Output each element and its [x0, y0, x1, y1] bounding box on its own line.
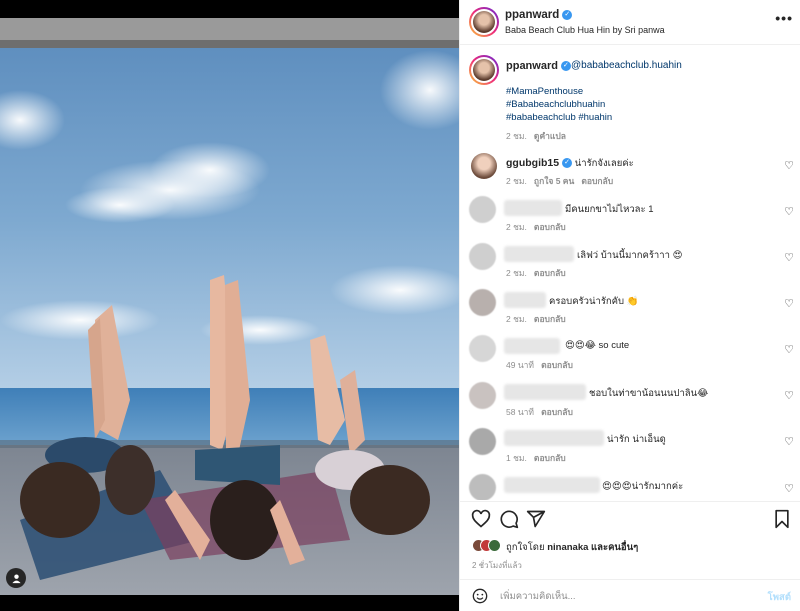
comment-time[interactable]: 2 ชม. [506, 176, 527, 186]
save-bookmark-icon[interactable] [772, 509, 792, 529]
comment-meta: 58 นาที ตอบกลับ [506, 405, 573, 419]
verified-badge-icon: ✓ [560, 61, 571, 72]
comment-text: น่ารัก น่าเอ็นดู [607, 434, 666, 445]
post-header: ppanward ✓ Baba Beach Club Hua Hin by Sri… [460, 0, 800, 45]
liked-by-text: ถูกใจโดย ninanaka และคนอื่นๆ [506, 542, 639, 553]
like-comment-heart-icon[interactable]: ♡ [784, 343, 794, 356]
more-options-button[interactable]: ••• [775, 10, 793, 26]
comment-avatar[interactable] [469, 382, 496, 409]
comment-composer: โพสต์ [460, 579, 800, 611]
comment-avatar[interactable] [469, 289, 496, 316]
like-comment-heart-icon[interactable]: ♡ [784, 297, 794, 310]
comment-avatar[interactable] [469, 428, 496, 455]
reply-button[interactable]: ตอบกลับ [534, 268, 566, 278]
hashtag-link[interactable]: #MamaPenthouse [506, 86, 583, 97]
comment-meta: 49 นาที ตอบกลับ [506, 358, 573, 372]
reply-button[interactable]: ตอบกลับ [541, 360, 573, 370]
comments-list[interactable]: ppanward ✓ @bababeachclub.huahin #MamaPen… [460, 46, 800, 500]
like-comment-heart-icon[interactable]: ♡ [784, 205, 794, 218]
comment-avatar[interactable] [469, 474, 496, 500]
like-comment-heart-icon[interactable]: ♡ [784, 482, 794, 495]
comment-time[interactable]: 1 ชม. [506, 453, 527, 463]
verified-badge-icon: ✓ [562, 9, 573, 20]
comment-avatar[interactable] [471, 153, 497, 179]
comment-text: มีคนยกขาไม่ไหวละ 1 [565, 204, 654, 215]
post-author-username[interactable]: ppanward [505, 9, 559, 21]
comment-meta: 2 ชม. ตอบกลับ [506, 266, 566, 280]
user-icon [11, 573, 21, 583]
reply-button[interactable]: ตอบกลับ [534, 314, 566, 324]
comment-time[interactable]: 58 นาที [506, 407, 534, 417]
liked-by-user-link[interactable]: ninanaka [547, 542, 588, 553]
share-send-icon[interactable] [526, 509, 546, 529]
comment-input[interactable] [500, 587, 750, 605]
comment-time[interactable]: 2 ชม. [506, 268, 527, 278]
comment-meta: 2 ชม. ตอบกลับ [506, 312, 566, 326]
see-translation-button[interactable]: ดูคำแปล [534, 131, 566, 141]
comment-text: น่ารักจังเลยค่ะ [574, 158, 634, 169]
comment-username-blurred[interactable] [504, 292, 546, 308]
post-author-link[interactable]: ppanward ✓ [505, 9, 573, 21]
caption-mention-link[interactable]: @bababeachclub.huahin [571, 60, 682, 71]
beach-photo-image [0, 0, 459, 611]
comment-time[interactable]: 49 นาที [506, 360, 534, 370]
comment-username[interactable]: ggubgib15 [506, 157, 559, 169]
like-heart-icon[interactable] [471, 509, 491, 529]
comment-username-blurred[interactable] [504, 430, 604, 446]
comment-username-blurred[interactable] [504, 384, 586, 400]
comment-meta: 1 ชม. ตอบกลับ [506, 451, 566, 465]
reply-button[interactable]: ตอบกลับ [534, 453, 566, 463]
verified-badge-icon: ✓ [562, 158, 573, 169]
hashtag-link[interactable]: #Bababeachclubhuahin [506, 99, 605, 110]
comment-text: ครอบครัวน่ารักคับ 👏 [549, 296, 639, 307]
tagged-users-button[interactable] [6, 568, 26, 588]
caption-author[interactable]: ppanward ✓ [506, 60, 571, 72]
comment-avatar[interactable] [469, 243, 496, 270]
liked-by-others-link[interactable]: และคนอื่นๆ [591, 542, 638, 553]
post-actions: ถูกใจโดย ninanaka และคนอื่นๆ 2 ชั่วโมงที… [460, 501, 800, 611]
comment-username-blurred[interactable] [504, 477, 600, 493]
comment-avatar[interactable] [469, 335, 496, 362]
caption-meta: 2 ชม. ดูคำแปล [506, 129, 566, 143]
comment-text: 😍😍😂 so cute [565, 340, 630, 351]
avatar[interactable] [471, 9, 497, 35]
reply-button[interactable]: ตอบกลับ [541, 407, 573, 417]
reply-button[interactable]: ตอบกลับ [581, 176, 613, 186]
comment-username-blurred[interactable] [504, 246, 574, 262]
caption-avatar[interactable] [471, 57, 497, 83]
comment-text: ชอบในท่าขาน้อนนนปาลิน😂 [589, 388, 709, 399]
like-comment-heart-icon[interactable]: ♡ [784, 435, 794, 448]
post-timestamp[interactable]: 2 ชั่วโมงที่แล้ว [472, 559, 522, 572]
comment-meta: 2 ชม. ตอบกลับ [506, 220, 566, 234]
comment-likes-count[interactable]: ถูกใจ 5 คน [534, 176, 574, 186]
reply-button[interactable]: ตอบกลับ [534, 222, 566, 232]
post-comment-button[interactable]: โพสต์ [768, 590, 791, 605]
comment-bubble-icon[interactable] [499, 509, 519, 529]
emoji-smiley-icon[interactable] [472, 588, 488, 604]
post-side-panel: ppanward ✓ Baba Beach Club Hua Hin by Sri… [459, 0, 800, 611]
comment-text: 😍😍😍น่ารักมากค่ะ [602, 481, 684, 492]
post-photo[interactable] [0, 0, 459, 611]
post-location-link[interactable]: Baba Beach Club Hua Hin by Sri panwa [505, 25, 665, 35]
caption-time[interactable]: 2 ชม. [506, 131, 527, 141]
comment-meta: 2 ชม. ถูกใจ 5 คน ตอบกลับ [506, 174, 613, 188]
like-comment-heart-icon[interactable]: ♡ [784, 389, 794, 402]
caption-username[interactable]: ppanward [506, 60, 558, 72]
comment-username-blurred[interactable] [504, 338, 560, 354]
comment-row: ggubgib15 ✓ น่ารักจังเลยค่ะ [506, 156, 634, 171]
comment-text: เลิฟว่ บ้านนี้มากคร้าาา 😍 [577, 250, 683, 261]
comment-time[interactable]: 2 ชม. [506, 314, 527, 324]
comment-avatar[interactable] [469, 196, 496, 223]
like-comment-heart-icon[interactable]: ♡ [784, 251, 794, 264]
comment-time[interactable]: 2 ชม. [506, 222, 527, 232]
hashtag-link[interactable]: #bababeachclub #huahin [506, 112, 612, 123]
comment-username-blurred[interactable] [504, 200, 562, 216]
like-comment-heart-icon[interactable]: ♡ [784, 159, 794, 172]
liker-avatar [488, 539, 501, 552]
